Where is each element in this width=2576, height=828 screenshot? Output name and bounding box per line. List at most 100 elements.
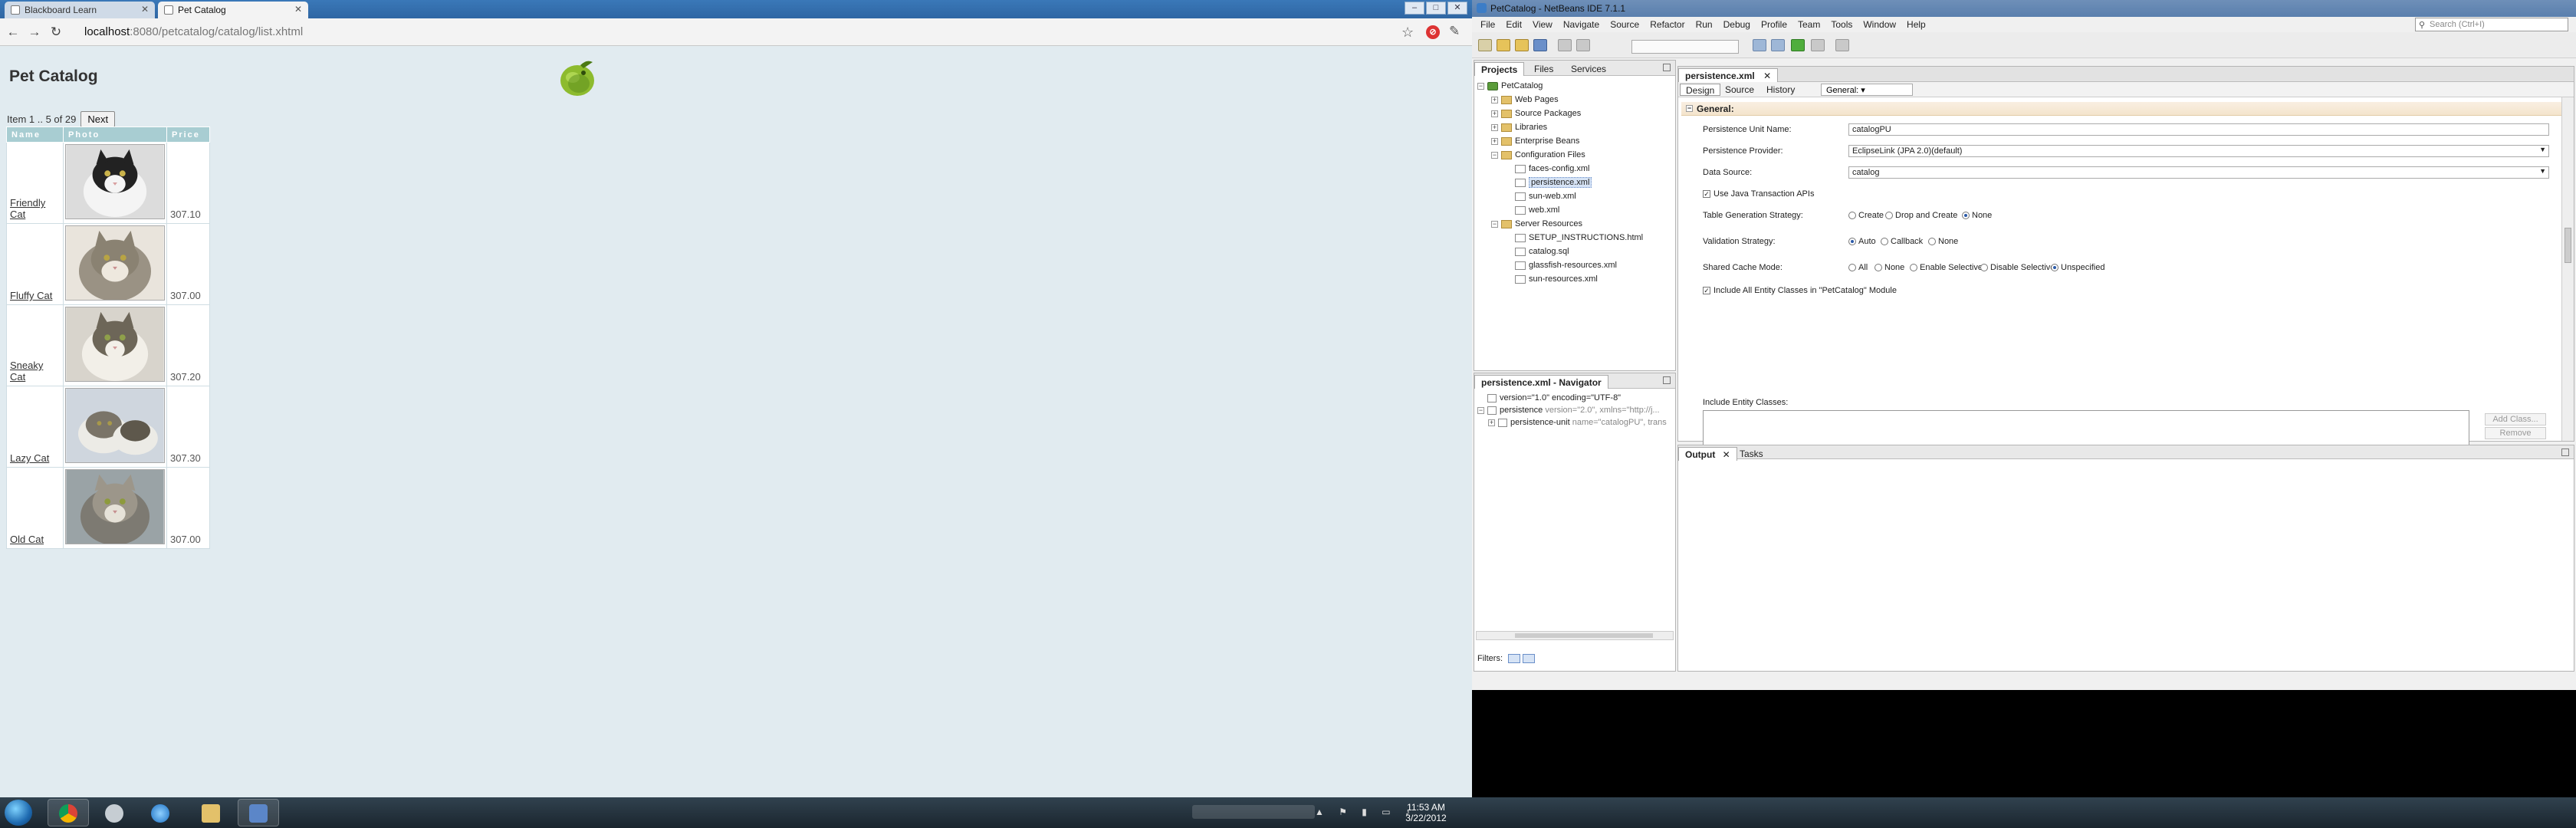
menu-help[interactable]: Help xyxy=(1901,17,1931,32)
include-all-checkbox-row[interactable]: ✓ Include All Entity Classes in "PetCatal… xyxy=(1703,286,1897,295)
undo-icon[interactable] xyxy=(1558,39,1572,51)
tab-files[interactable]: Files xyxy=(1528,62,1559,76)
start-button-icon[interactable] xyxy=(5,800,32,826)
expand-icon[interactable]: + xyxy=(1491,137,1498,145)
media-controls[interactable] xyxy=(1192,805,1315,819)
tree-node[interactable]: + Libraries xyxy=(1477,120,1643,134)
collapse-icon[interactable]: − xyxy=(1491,220,1498,228)
tab-pet-catalog[interactable]: Pet Catalog ✕ xyxy=(158,2,308,18)
tree-node[interactable]: sun-resources.xml xyxy=(1477,272,1643,286)
jta-checkbox[interactable]: ✓ xyxy=(1703,190,1710,199)
vertical-scrollbar[interactable] xyxy=(2561,97,2574,441)
expand-icon[interactable]: + xyxy=(1488,419,1495,426)
navigator-node[interactable]: version="1.0" encoding="UTF-8" xyxy=(1477,392,1667,404)
adblock-icon[interactable]: ⊘ xyxy=(1426,25,1440,39)
build-icon[interactable] xyxy=(1753,39,1766,51)
tree-node[interactable]: − PetCatalog xyxy=(1477,79,1643,93)
radio-enable-selective[interactable]: Enable Selective xyxy=(1910,263,1983,272)
filter-toggle-icon[interactable] xyxy=(1523,654,1536,664)
unit-name-input[interactable]: catalogPU xyxy=(1848,123,2549,136)
tree-node[interactable]: + Web Pages xyxy=(1477,93,1643,107)
menu-tools[interactable]: Tools xyxy=(1825,17,1858,32)
view-history-button[interactable]: History xyxy=(1761,84,1800,96)
tree-node[interactable]: − Configuration Files xyxy=(1477,148,1643,162)
radio-icon[interactable] xyxy=(1881,238,1888,246)
minimize-panel-button[interactable] xyxy=(1663,64,1671,71)
ide-search-input[interactable]: ⚲ Search (Ctrl+I) xyxy=(2415,18,2568,31)
radio-icon[interactable] xyxy=(1848,264,1856,272)
radio-icon[interactable] xyxy=(1848,238,1856,246)
column-header-photo[interactable]: Photo xyxy=(63,127,167,143)
reload-icon[interactable]: ↻ xyxy=(48,24,64,41)
radio-unspecified[interactable]: Unspecified xyxy=(2051,263,2104,272)
collapse-icon[interactable]: − xyxy=(1686,105,1693,112)
pet-link[interactable]: Lazy Cat xyxy=(10,452,49,464)
tree-node[interactable]: − Server Resources xyxy=(1477,217,1643,231)
tab-services[interactable]: Services xyxy=(1565,62,1612,76)
tree-node[interactable]: sun-web.xml xyxy=(1477,189,1643,203)
pet-link[interactable]: Sneaky Cat xyxy=(10,360,43,383)
section-select[interactable]: General: ▾ xyxy=(1821,84,1913,96)
radio-icon[interactable] xyxy=(1962,212,1970,220)
include-all-checkbox[interactable]: ✓ xyxy=(1703,287,1710,295)
column-header-name[interactable]: Name xyxy=(6,127,64,143)
radio-auto[interactable]: Auto xyxy=(1848,237,1876,246)
radio-drop-and-create[interactable]: Drop and Create xyxy=(1885,211,1957,220)
clean-build-icon[interactable] xyxy=(1771,39,1785,51)
radio-cache-all[interactable]: All xyxy=(1848,263,1868,272)
filter-toggle-icon[interactable] xyxy=(1508,654,1521,664)
open-project-icon[interactable] xyxy=(1515,39,1529,51)
menu-file[interactable]: File xyxy=(1475,17,1500,32)
tab-projects[interactable]: Projects xyxy=(1474,62,1525,76)
menu-view[interactable]: View xyxy=(1527,17,1558,32)
radio-icon[interactable] xyxy=(1848,212,1856,220)
collapse-icon[interactable]: − xyxy=(1477,406,1484,414)
menu-refactor[interactable]: Refactor xyxy=(1644,17,1690,32)
close-icon[interactable]: ✕ xyxy=(1723,449,1730,460)
collapse-icon[interactable]: − xyxy=(1477,82,1484,90)
editor-tab-persistence[interactable]: persistence.xml ✕ xyxy=(1678,68,1779,82)
radio-icon[interactable] xyxy=(1928,238,1936,246)
debug-icon[interactable] xyxy=(1811,39,1825,51)
maximize-button[interactable]: □ xyxy=(1426,2,1446,15)
cat-photo[interactable] xyxy=(65,225,165,301)
menu-navigate[interactable]: Navigate xyxy=(1558,17,1605,32)
tab-tasks[interactable]: Tasks xyxy=(1733,447,1769,461)
steam-taskbar-button[interactable] xyxy=(94,799,135,826)
view-design-button[interactable]: Design xyxy=(1680,84,1721,96)
tab-output[interactable]: Output ✕ xyxy=(1678,447,1737,461)
tab-blackboard-learn[interactable]: Blackboard Learn ✕ xyxy=(5,2,155,18)
forward-arrow-icon[interactable]: → xyxy=(26,24,43,41)
datasource-select[interactable]: catalog ▼ xyxy=(1848,166,2549,179)
tab-navigator[interactable]: persistence.xml - Navigator xyxy=(1474,375,1608,389)
bookmark-star-icon[interactable]: ☆ xyxy=(1401,25,1414,41)
close-window-button[interactable]: ✕ xyxy=(1447,2,1467,15)
next-button[interactable]: Next xyxy=(80,111,116,127)
configuration-combo[interactable] xyxy=(1631,40,1739,54)
radio-icon[interactable] xyxy=(1875,264,1882,272)
menu-window[interactable]: Window xyxy=(1858,17,1901,32)
close-icon[interactable]: ✕ xyxy=(141,4,149,15)
expand-icon[interactable]: + xyxy=(1491,110,1498,117)
menu-source[interactable]: Source xyxy=(1605,17,1644,32)
radio-callback[interactable]: Callback xyxy=(1881,237,1923,246)
pet-link[interactable]: Fluffy Cat xyxy=(10,290,52,301)
cat-photo[interactable] xyxy=(65,144,165,219)
tree-node[interactable]: + Enterprise Beans xyxy=(1477,134,1643,148)
radio-cache-none[interactable]: None xyxy=(1875,263,1904,272)
radio-create[interactable]: Create xyxy=(1848,211,1884,220)
tree-node[interactable]: catalog.sql xyxy=(1477,245,1643,258)
itunes-taskbar-button[interactable] xyxy=(140,799,181,826)
scroll-thumb[interactable] xyxy=(2564,228,2571,263)
tree-node[interactable]: + Source Packages xyxy=(1477,107,1643,120)
tree-node[interactable]: web.xml xyxy=(1477,203,1643,217)
minimize-button[interactable]: – xyxy=(1405,2,1424,15)
tree-node[interactable]: faces-config.xml xyxy=(1477,162,1643,176)
menu-profile[interactable]: Profile xyxy=(1756,17,1792,32)
tree-node[interactable]: glassfish-resources.xml xyxy=(1477,258,1643,272)
radio-disable-selective[interactable]: Disable Selective xyxy=(1980,263,2055,272)
close-icon[interactable]: ✕ xyxy=(1763,71,1771,81)
menu-edit[interactable]: Edit xyxy=(1500,17,1527,32)
radio-none[interactable]: None xyxy=(1962,211,1992,220)
chrome-taskbar-button[interactable] xyxy=(48,799,89,826)
